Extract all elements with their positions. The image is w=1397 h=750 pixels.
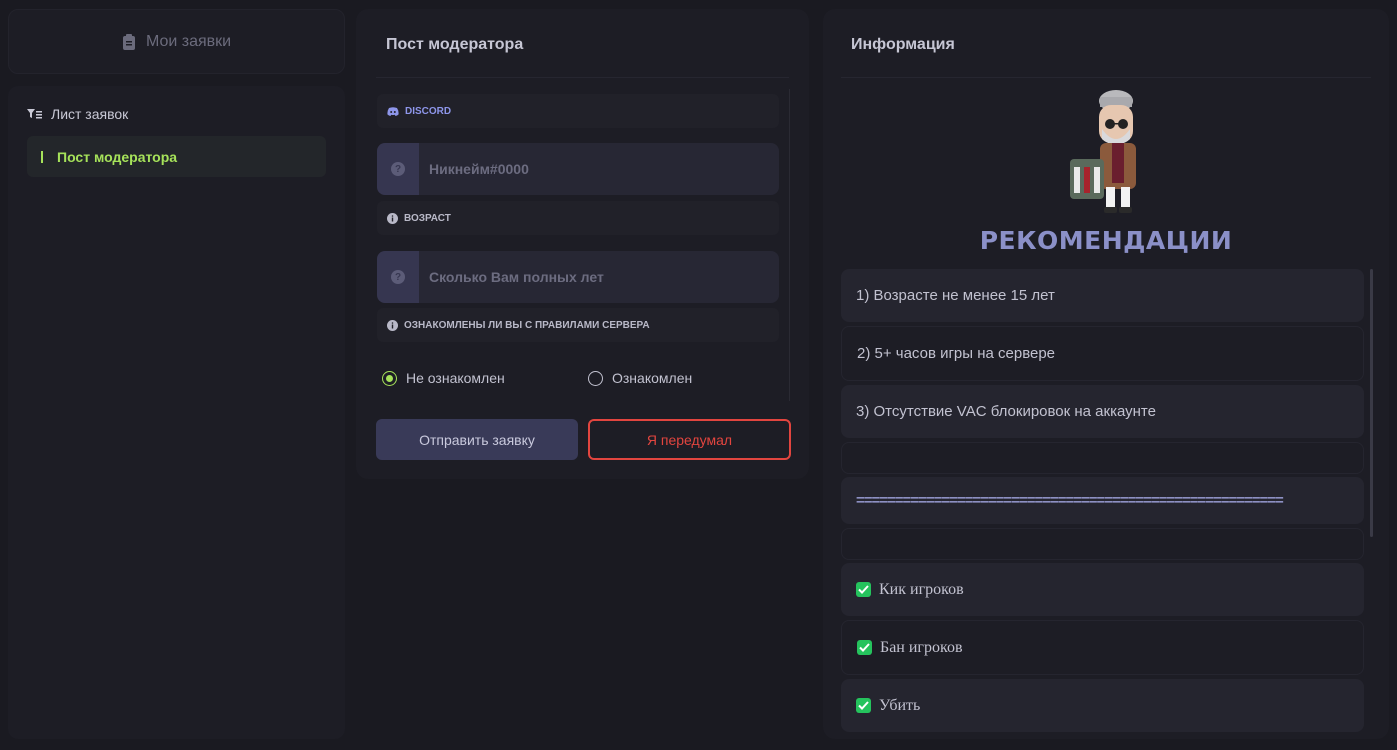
sidebar-item-label: Пост модератора	[57, 148, 178, 165]
check-icon	[857, 640, 872, 655]
permission-text: Бан игроков	[880, 638, 963, 656]
form-title: Пост модератора	[386, 36, 524, 53]
permission-item: Убить	[841, 679, 1364, 732]
help-icon: ?	[377, 251, 419, 303]
info-icon	[387, 319, 398, 331]
recommendation-text: 3) Отсутствие VAC блокировок на аккаунте	[856, 403, 1156, 420]
recommendation-text: 1) Возрасте не менее 15 лет	[856, 287, 1055, 304]
my-requests-label: Мои заявки	[145, 32, 232, 50]
recommendations-title: РЕКОМЕНДАЦИИ	[979, 226, 1233, 255]
age-label: ВОЗРАСТ	[377, 201, 779, 235]
sidebar-item-moderator-post[interactable]: Пост модератора	[27, 136, 326, 177]
recommendation-item: 1) Возрасте не менее 15 лет	[841, 269, 1364, 322]
submit-button[interactable]: Отправить заявку	[376, 419, 578, 460]
age-label-text: ВОЗРАСТ	[404, 212, 451, 224]
permission-text: Убить	[879, 696, 921, 714]
check-icon	[856, 582, 871, 597]
radio-not-familiar[interactable]: Не ознакомлен	[382, 370, 505, 386]
radio-dot	[382, 370, 397, 386]
help-icon: ?	[377, 143, 419, 195]
radio-label: Ознакомлен	[612, 370, 693, 386]
divider	[841, 77, 1371, 78]
discord-field: ?	[377, 143, 779, 195]
permission-item: Кик игроков	[841, 563, 1364, 616]
separator-line: ========================================…	[841, 477, 1364, 524]
list-title: Лист заявок	[51, 106, 129, 122]
application-form: Пост модератора DISCORD ? ВОЗРАСТ ? ОЗН	[356, 9, 809, 479]
recommendation-item	[841, 442, 1364, 474]
my-requests-button[interactable]: Мои заявки	[8, 9, 345, 74]
permission-text: Кик игроков	[879, 580, 964, 598]
radio-label: Не ознакомлен	[406, 370, 505, 386]
info-icon	[387, 212, 398, 224]
radio-familiar[interactable]: Ознакомлен	[588, 370, 692, 386]
recommendation-item: 3) Отсутствие VAC блокировок на аккаунте	[841, 385, 1364, 438]
list-header: Лист заявок	[27, 106, 128, 122]
age-field: ?	[377, 251, 779, 303]
discord-label-text: DISCORD	[405, 105, 452, 117]
age-input[interactable]	[419, 251, 779, 303]
rules-label-text: ОЗНАКОМЛЕНЫ ЛИ ВЫ С ПРАВИЛАМИ СЕРВЕРА	[404, 319, 650, 331]
separator-text: ========================================…	[856, 492, 1284, 509]
requests-list-panel: Лист заявок Пост модератора	[8, 86, 345, 739]
divider	[376, 77, 789, 78]
mascot-image	[1070, 90, 1136, 213]
info-scrollbar[interactable]	[1370, 269, 1373, 537]
discord-input[interactable]	[419, 143, 779, 195]
recommendation-item: 2) 5+ часов игры на сервере	[841, 326, 1364, 381]
cancel-button[interactable]: Я передумал	[588, 419, 791, 460]
clipboard-icon	[122, 33, 135, 50]
check-icon	[856, 698, 871, 713]
recommendation-item	[841, 528, 1364, 560]
rules-label: ОЗНАКОМЛЕНЫ ЛИ ВЫ С ПРАВИЛАМИ СЕРВЕРА	[377, 308, 779, 342]
radio-dot	[588, 370, 603, 386]
active-indicator	[41, 150, 43, 163]
filter-list-icon	[27, 108, 42, 118]
info-title: Информация	[851, 36, 955, 53]
form-scrollbar[interactable]	[789, 89, 790, 401]
permission-item: Бан игроков	[841, 620, 1364, 675]
discord-icon	[387, 106, 399, 116]
info-panel: Информация РЕКОМЕНДАЦИИ 1) Возрасте не м…	[823, 9, 1389, 739]
recommendation-text: 2) 5+ часов игры на сервере	[857, 345, 1056, 362]
discord-label: DISCORD	[377, 94, 779, 128]
